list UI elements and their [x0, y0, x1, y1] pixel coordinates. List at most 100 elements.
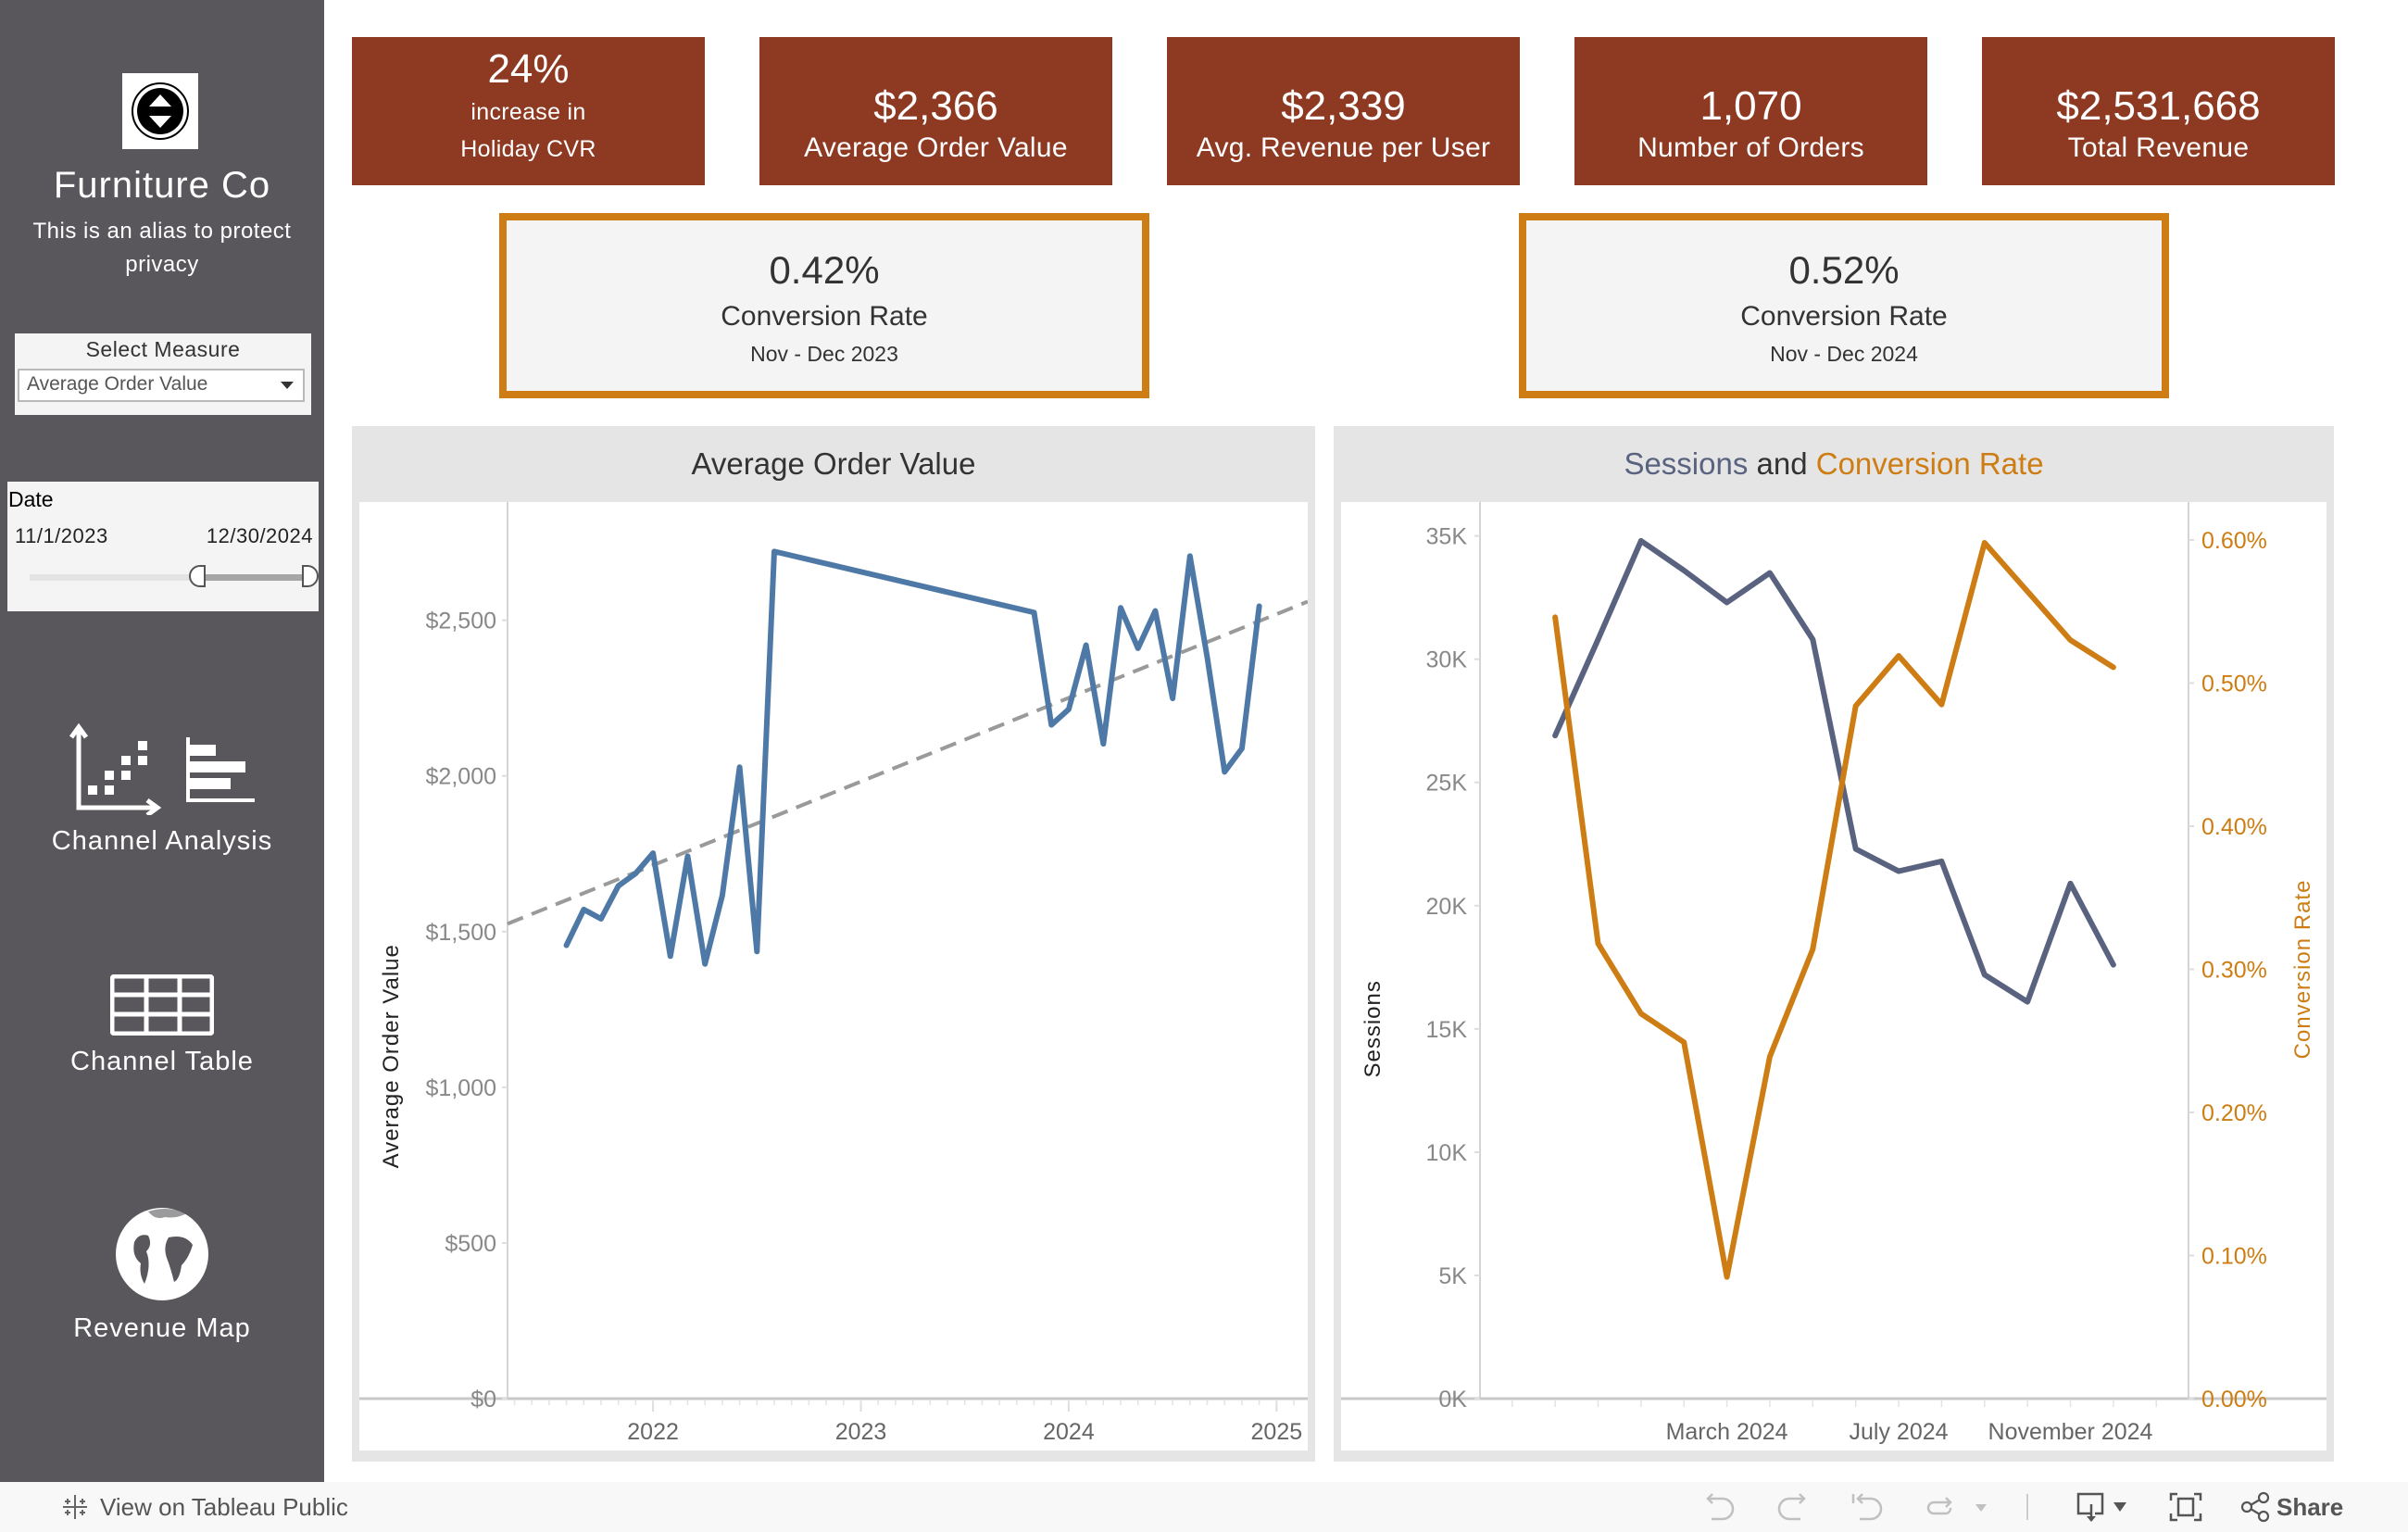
cvr-card-2023: 0.42% Conversion Rate Nov - Dec 2023 — [499, 213, 1149, 398]
share-icon — [2240, 1491, 2270, 1523]
left-tick-label: 35K — [1426, 524, 1468, 550]
y-axis-title: Average Order Value — [379, 944, 404, 1168]
y-tick-label: $0 — [470, 1387, 496, 1413]
aov-point — [1259, 606, 1260, 608]
fullscreen-button[interactable] — [2167, 1491, 2204, 1523]
redo-button[interactable] — [1775, 1491, 1812, 1523]
kpi-label: Total Revenue — [2067, 132, 2250, 163]
left-tick-label: 30K — [1426, 647, 1468, 673]
conversion-rate-point — [1554, 616, 1556, 618]
kpi-value: $2,531,668 — [2056, 83, 2261, 129]
conversion-rate-point — [1683, 1041, 1685, 1043]
revert-button[interactable] — [1849, 1491, 1886, 1523]
share-button[interactable]: Share — [2239, 1491, 2343, 1523]
kpi-value: 24% — [487, 46, 570, 92]
date-slider-start-handle[interactable] — [189, 565, 206, 587]
measure-select[interactable]: Average Order Value — [18, 369, 305, 402]
refresh-button[interactable] — [1923, 1491, 1960, 1523]
up-down-circle-icon — [132, 82, 189, 140]
kpi-value: $2,366 — [873, 83, 998, 129]
left-tick-label: 25K — [1426, 771, 1468, 797]
conversion-rate-point — [1855, 705, 1857, 707]
left-tick-label: 5K — [1438, 1263, 1467, 1289]
x-tick-label: 2024 — [1043, 1419, 1095, 1445]
aov-chart-title: Average Order Value — [691, 446, 976, 481]
chevron-down-icon — [281, 382, 294, 389]
nav-revenue-map[interactable]: Revenue Map — [0, 1200, 324, 1344]
y-tick-label: $2,000 — [426, 764, 496, 790]
sessions-point — [1898, 871, 1900, 873]
date-start: 11/1/2023 — [15, 524, 108, 547]
sessions-point — [1554, 735, 1556, 736]
x-tick-label: November 2024 — [1988, 1419, 2153, 1445]
undo-icon — [1706, 1493, 1735, 1521]
conversion-rate-point — [1769, 1056, 1771, 1058]
x-tick-label: 2025 — [1251, 1419, 1303, 1445]
aov-chart-panel: Average Order Value $0 $500 $1,000 $1,500 $2… — [352, 426, 1315, 1462]
sessions-line — [1552, 537, 2116, 1005]
dropdown-icon — [1975, 1504, 1987, 1512]
date-filter: Date 11/1/2023 12/30/2024 — [7, 482, 319, 611]
download-button[interactable] — [2075, 1491, 2134, 1523]
sessions-cvr-chart[interactable]: 0K 5K 10K 15K 20K 25K 30K 35K 0.00% 0.10% 0.20% 0.3… — [1341, 502, 2326, 1450]
kpi-value: $2,339 — [1281, 83, 1406, 129]
conversion-rate-line — [1552, 539, 2116, 1280]
kpi-label: Number of Orders — [1637, 132, 1864, 163]
download-icon — [2076, 1492, 2126, 1522]
date-filter-label: Date — [8, 487, 54, 511]
right-tick-label: 0.20% — [2201, 1100, 2267, 1126]
undo-button[interactable] — [1700, 1491, 1737, 1523]
aov-point — [739, 766, 741, 768]
right-tick-label: 0.50% — [2201, 671, 2267, 697]
redo-icon — [1777, 1493, 1806, 1521]
nav-revenue-map-label: Revenue Map — [73, 1313, 251, 1343]
kpi-average-order-value: $2,366 Average Order Value — [759, 37, 1112, 185]
conversion-rate-point — [1812, 948, 1813, 950]
brand-title: Furniture Co — [53, 165, 271, 206]
aov-chart[interactable]: $0 $500 $1,000 $1,500 $2,000 $2,500 2022 2023 20… — [359, 502, 1309, 1450]
conversion-rate-point — [1940, 704, 1942, 706]
conversion-rate-point — [1640, 1012, 1642, 1014]
sessions-point — [2070, 883, 2071, 885]
nav-channel-analysis[interactable]: Channel Analysis — [0, 722, 324, 857]
aov-point — [1085, 645, 1087, 647]
sessions-point — [1726, 601, 1728, 603]
aov-point — [1241, 747, 1243, 749]
right-tick-label: 0.40% — [2201, 814, 2267, 840]
sessions-point — [1640, 540, 1642, 542]
aov-point — [756, 950, 758, 952]
kpi-label: Avg. Revenue per User — [1196, 132, 1491, 163]
sessions-point — [1855, 848, 1857, 850]
sidebar: Furniture Co This is an alias to protect… — [0, 0, 324, 1482]
date-slider-end-handle[interactable] — [302, 565, 319, 587]
left-axis-title: Sessions — [1361, 980, 1386, 1077]
nav-channel-table[interactable]: Channel Table — [0, 974, 324, 1077]
aov-point — [773, 550, 775, 552]
sessions-point — [1598, 638, 1599, 640]
y-tick-label: $500 — [445, 1231, 496, 1257]
x-tick-label: July 2024 — [1850, 1419, 1949, 1445]
logo — [122, 73, 198, 149]
sessions-point — [1812, 638, 1813, 640]
kpi-number-of-orders: 1,070 Number of Orders — [1574, 37, 1927, 185]
refresh-dropdown[interactable] — [1973, 1491, 1989, 1523]
date-end: 12/30/2024 — [206, 524, 313, 547]
sessions-cvr-chart-panel: Sessions and Conversion Rate 0K 5K 10K 15K 2… — [1334, 426, 2334, 1462]
title-sessions: Sessions — [1624, 446, 1749, 481]
aov-point — [686, 855, 688, 857]
view-on-tableau-link[interactable]: View on Tableau Public — [59, 1491, 348, 1523]
fullscreen-icon — [2169, 1492, 2202, 1522]
cvr-label: Conversion Rate — [721, 301, 928, 332]
trend-line — [507, 599, 1309, 926]
left-tick-label: 15K — [1426, 1017, 1468, 1043]
y-tick-label: $1,000 — [426, 1075, 496, 1101]
globe-icon — [116, 1208, 208, 1300]
tableau-logo-icon — [63, 1495, 87, 1519]
aov-point — [704, 963, 706, 965]
conversion-rate-point — [2070, 639, 2071, 641]
aov-point — [1050, 724, 1052, 726]
kpi-avg-revenue-per-user: $2,339 Avg. Revenue per User — [1167, 37, 1520, 185]
aov-point — [566, 945, 568, 947]
title-conversion-rate: Conversion Rate — [1815, 446, 2044, 481]
measure-filter-label: Select Measure — [85, 337, 241, 361]
